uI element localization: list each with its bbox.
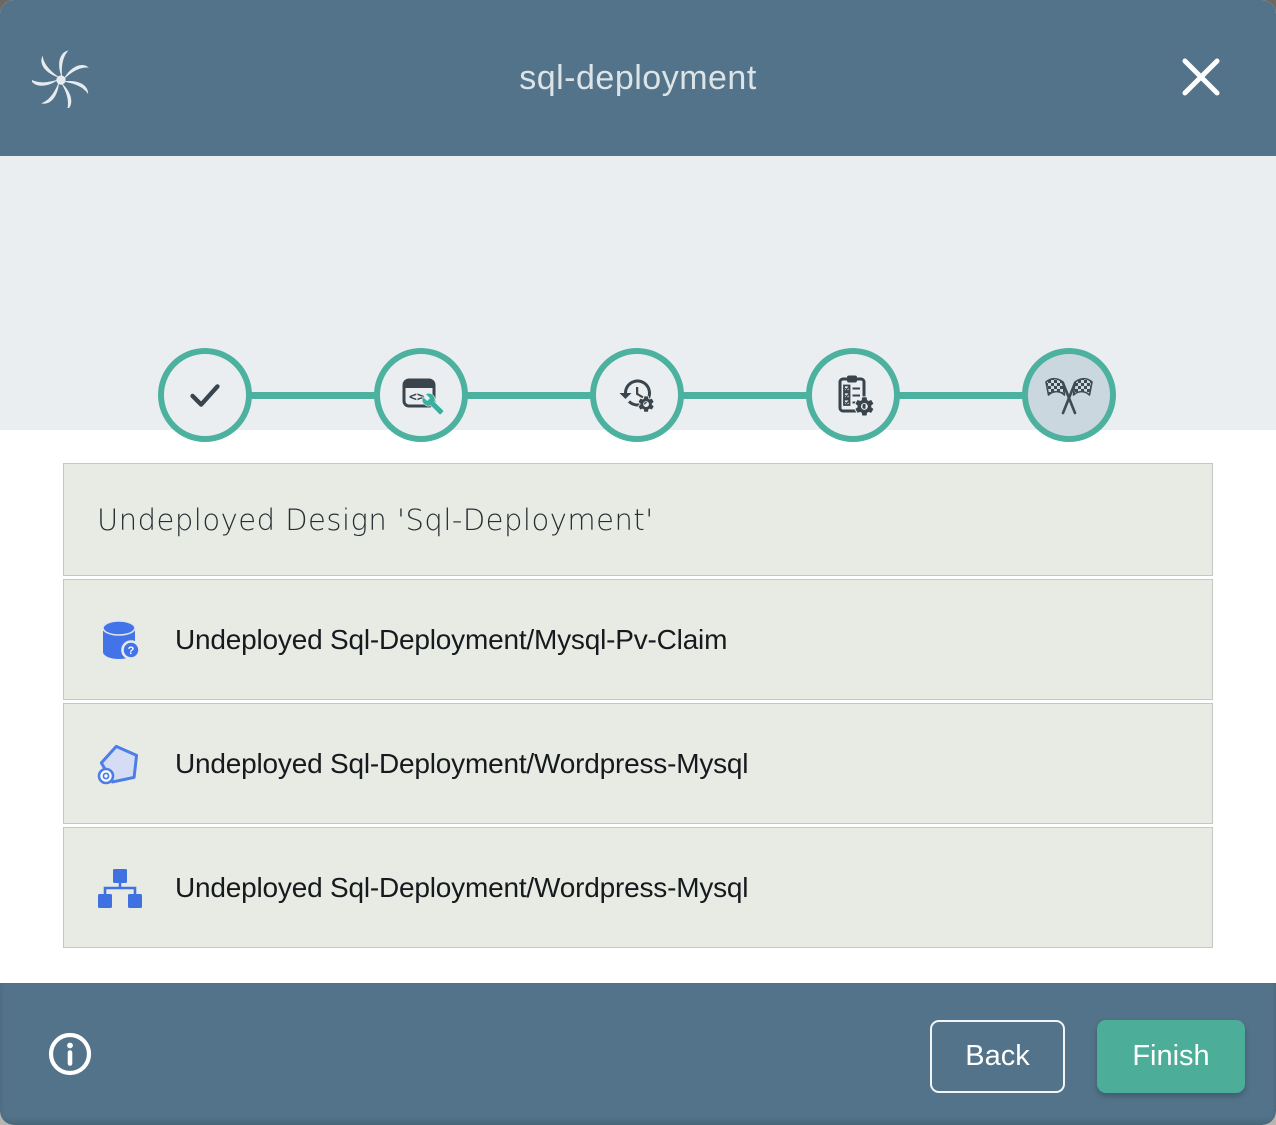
step-circle-dry-run[interactable] [590, 348, 684, 442]
code-wrench-icon: <> [397, 371, 445, 419]
history-gear-icon [613, 371, 661, 419]
list-item-text: Undeployed Sql-Deployment/Wordpress-Mysq… [175, 872, 748, 904]
info-icon[interactable] [46, 1030, 94, 1078]
dialog-footer: Back Finish [0, 983, 1276, 1125]
results-heading-row: Undeployed Design 'Sql-Deployment' [63, 463, 1213, 576]
list-item: Undeployed Sql-Deployment/Wordpress-Mysq… [63, 827, 1213, 948]
step-circle-finish[interactable] [1022, 348, 1116, 442]
list-item-text: Undeployed Sql-Deployment/Wordpress-Mysq… [175, 748, 748, 780]
checklist-gear-icon [829, 371, 877, 419]
check-icon [182, 372, 228, 418]
close-icon[interactable] [1180, 56, 1222, 98]
svg-text:?: ? [128, 645, 135, 657]
step-circle-validate-design[interactable] [158, 348, 252, 442]
deployment-results-list: Undeployed Design 'Sql-Deployment' ? Und… [63, 463, 1213, 948]
checkered-flags-icon [1045, 371, 1093, 419]
back-button[interactable]: Back [930, 1020, 1065, 1093]
wizard-stepper: Validate Design <> Identify Environments [0, 156, 1276, 430]
page-title: sql-deployment [0, 59, 1276, 98]
step-circle-identify-environments[interactable]: <> [374, 348, 468, 442]
list-item: Undeployed Sql-Deployment/Wordpress-Mysq… [63, 703, 1213, 824]
pentagon-icon [97, 741, 143, 787]
hierarchy-icon [97, 865, 143, 911]
list-item-text: Undeployed Sql-Deployment/Mysql-Pv-Claim [175, 624, 727, 656]
finish-button[interactable]: Finish [1097, 1020, 1245, 1093]
database-icon: ? [97, 617, 143, 663]
results-heading: Undeployed Design 'Sql-Deployment' [97, 503, 654, 537]
dialog-header: sql-deployment [0, 0, 1276, 156]
deployment-wizard-dialog: sql-deployment Validate Design <> [0, 0, 1276, 1125]
list-item: ? Undeployed Sql-Deployment/Mysql-Pv-Cla… [63, 579, 1213, 700]
step-circle-finalize-deployment[interactable] [806, 348, 900, 442]
